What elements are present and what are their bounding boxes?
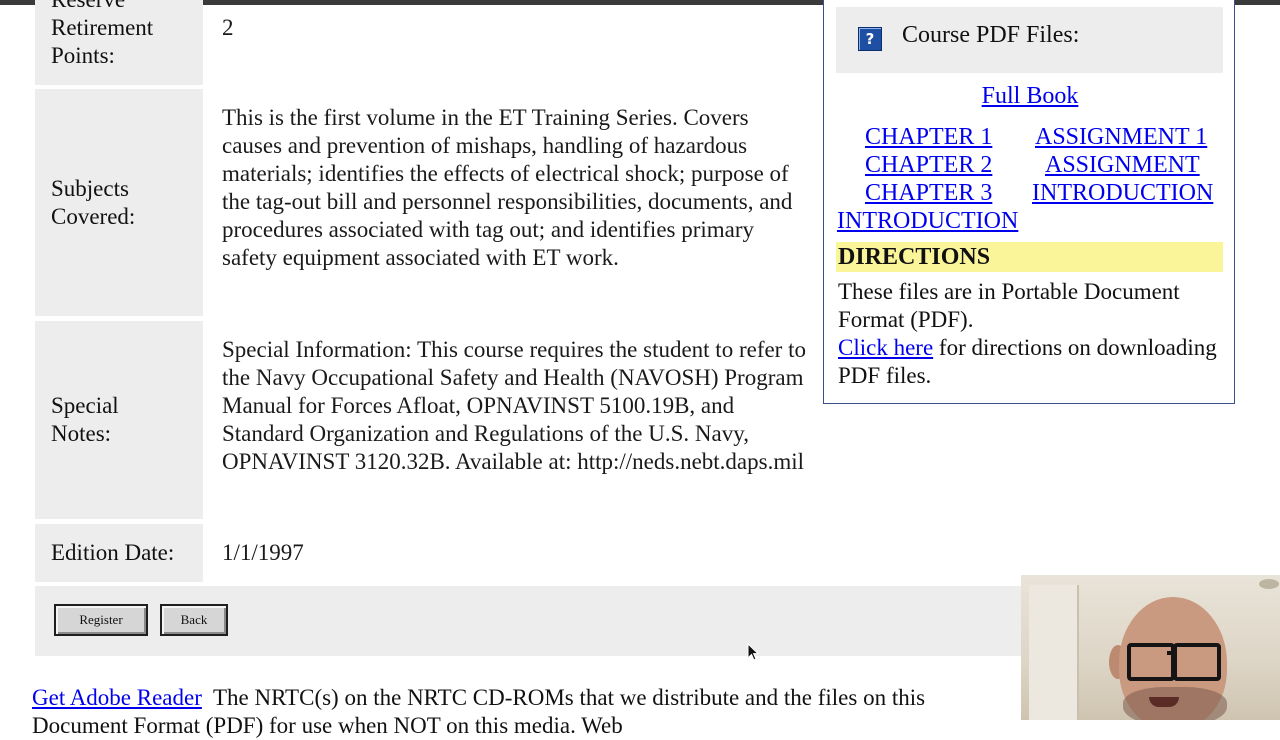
directions-text: These files are in Portable Document For… (838, 278, 1228, 390)
chapter-3-link[interactable]: CHAPTER 3 (865, 179, 992, 207)
webcam-ceiling-vent (1259, 579, 1279, 589)
subjects-label: Subjects Covered: (35, 89, 203, 316)
directions-body: These files are in Portable Document For… (838, 279, 1180, 332)
edition-row: Edition Date: 1/1/1997 (35, 524, 815, 582)
webcam-background-door (1029, 585, 1079, 720)
chapter-2-link[interactable]: CHAPTER 2 (865, 151, 992, 179)
subjects-label-line1: Subjects (51, 176, 129, 201)
points-value: 2 (222, 15, 234, 40)
button-bar: Register Back (35, 586, 1025, 656)
assignment-link[interactable]: ASSIGNMENT (1045, 151, 1200, 179)
notes-label-line1: Special (51, 393, 119, 418)
introduction-link-left[interactable]: INTRODUCTION (837, 207, 1018, 235)
mouse-pointer-icon (747, 643, 760, 661)
bottom-text-1: The NRTC(s) on the NRTC CD-ROMs that we … (212, 685, 926, 710)
points-label: Reserve Retirement Points: (35, 0, 203, 85)
notes-label-line2: Notes: (51, 421, 112, 446)
points-row: Reserve Retirement Points: 2 (35, 0, 815, 85)
webcam-glasses-bridge (1167, 651, 1175, 655)
subjects-value: This is the first volume in the ET Train… (222, 105, 793, 270)
notes-row: Special Notes: Special Information: This… (35, 321, 815, 519)
subjects-label-line2: Covered: (51, 204, 136, 229)
full-book-wrap: Full Book (824, 82, 1236, 110)
assignment-1-link[interactable]: ASSIGNMENT 1 (1035, 123, 1207, 151)
register-button[interactable]: Register (54, 604, 148, 636)
chapter-1-link[interactable]: CHAPTER 1 (865, 123, 992, 151)
subjects-row: Subjects Covered: This is the first volu… (35, 89, 815, 316)
edition-value: 1/1/1997 (222, 540, 304, 565)
edition-label: Edition Date: (35, 524, 203, 582)
webcam-glasses-right (1173, 643, 1221, 681)
notes-value: Special Information: This course require… (222, 337, 806, 474)
directions-heading: DIRECTIONS (836, 242, 1223, 272)
points-label-line2: Retirement (51, 15, 154, 40)
course-pdf-panel: ? Course PDF Files: Full Book CHAPTER 1 … (823, 0, 1235, 404)
get-adobe-reader-link[interactable]: Get Adobe Reader (32, 685, 202, 710)
click-here-link[interactable]: Click here (838, 335, 933, 360)
webcam-overlay (1021, 575, 1280, 720)
bottom-text-line1: Get Adobe Reader The NRTC(s) on the NRTC… (32, 684, 1032, 712)
full-book-link[interactable]: Full Book (982, 83, 1079, 109)
points-label-line1: Reserve (51, 0, 203, 14)
points-label-line3: Points: (51, 43, 115, 68)
notes-label: Special Notes: (35, 321, 203, 519)
introduction-link-right[interactable]: INTRODUCTION (1032, 179, 1213, 207)
bottom-text-line2: Document Format (PDF) for use when NOT o… (32, 713, 623, 738)
pdf-panel-header: ? Course PDF Files: (836, 7, 1223, 73)
webcam-glasses-left (1127, 643, 1175, 681)
help-icon[interactable]: ? (858, 27, 882, 51)
pdf-panel-title: Course PDF Files: (902, 22, 1080, 48)
back-button[interactable]: Back (160, 604, 228, 636)
